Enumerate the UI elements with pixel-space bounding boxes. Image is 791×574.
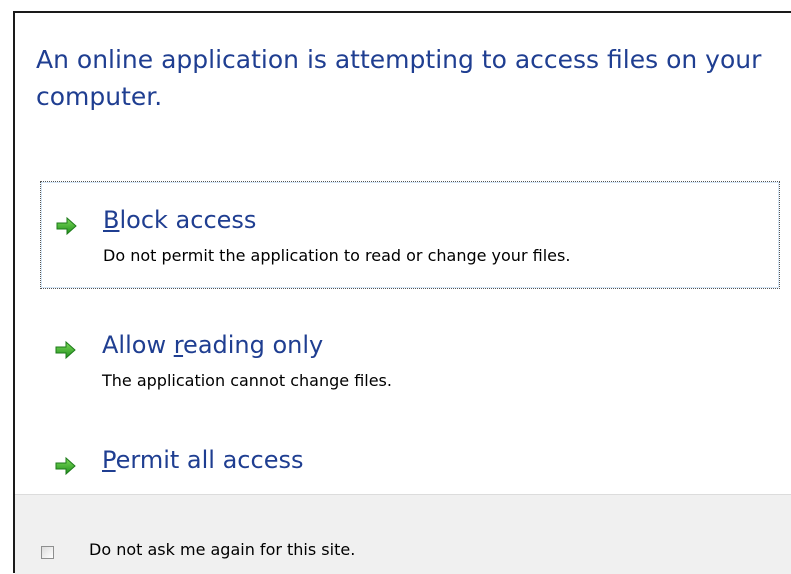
security-dialog: An online application is attempting to a… [13, 11, 791, 574]
block-access-description: Do not permit the application to read or… [103, 246, 571, 265]
allow-reading-only-description: The application cannot change files. [102, 371, 392, 390]
permit-all-access-mnemonic: P [102, 446, 116, 474]
allow-reading-only-mnemonic: r [173, 331, 184, 359]
allow-reading-only-title: Allow reading only [102, 331, 323, 359]
dialog-headline: An online application is attempting to a… [36, 45, 762, 111]
do-not-ask-again-checkbox[interactable] [41, 546, 54, 559]
green-arrow-icon [56, 216, 77, 236]
allow-reading-only-option[interactable]: Allow reading only The application canno… [40, 305, 780, 401]
block-access-option[interactable]: Block access Do not permit the applicati… [40, 181, 780, 289]
block-access-title-rest: lock access [119, 206, 257, 234]
block-access-mnemonic: B [103, 206, 120, 234]
permit-all-access-title-rest: ermit all access [115, 446, 304, 474]
green-arrow-icon [55, 340, 76, 360]
dialog-footer: Do not ask me again for this site. [15, 494, 791, 574]
permit-all-access-title: Permit all access [102, 446, 303, 474]
allow-reading-only-title-rest: eading only [183, 331, 324, 359]
green-arrow-icon [55, 456, 76, 476]
do-not-ask-again-label[interactable]: Do not ask me again for this site. [89, 540, 355, 559]
block-access-title: Block access [103, 206, 256, 234]
permit-all-access-option[interactable]: Permit all access [40, 415, 780, 485]
allow-reading-only-title-before: Allow [102, 331, 174, 359]
